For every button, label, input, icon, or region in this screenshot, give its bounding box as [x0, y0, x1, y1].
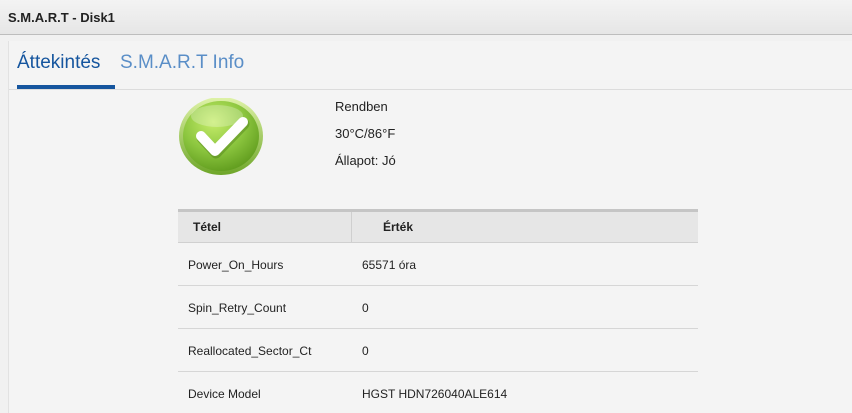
table-row[interactable]: Power_On_Hours 65571 óra	[178, 243, 698, 286]
status-text: Rendben	[335, 99, 388, 114]
table-row[interactable]: Device Model HGST HDN726040ALE614	[178, 372, 698, 413]
tab-smart-info[interactable]: S.M.A.R.T Info	[120, 52, 244, 74]
row-value: HGST HDN726040ALE614	[362, 387, 508, 401]
row-item: Reallocated_Sector_Ct	[188, 344, 312, 358]
table-row[interactable]: Spin_Retry_Count 0	[178, 286, 698, 329]
check-icon	[179, 97, 263, 176]
active-tab-indicator	[17, 85, 115, 89]
row-item: Spin_Retry_Count	[188, 301, 287, 315]
window-title: S.M.A.R.T - Disk1	[8, 10, 115, 25]
temperature-text: 30°C/86°F	[335, 126, 396, 141]
row-value: 0	[362, 344, 369, 358]
title-bar: S.M.A.R.T - Disk1	[0, 0, 852, 35]
row-value: 0	[362, 301, 369, 315]
column-separator	[351, 212, 352, 242]
row-item: Power_On_Hours	[188, 258, 284, 272]
column-header-value[interactable]: Érték	[383, 220, 413, 234]
row-value: 65571 óra	[362, 258, 417, 272]
tab-bar: Áttekintés S.M.A.R.T Info	[9, 41, 852, 90]
smart-window: S.M.A.R.T - Disk1 Áttekintés S.M.A.R.T I…	[0, 0, 852, 413]
table-row[interactable]: Reallocated_Sector_Ct 0	[178, 329, 698, 372]
health-text: Állapot: Jó	[335, 153, 396, 168]
column-header-item[interactable]: Tétel	[193, 220, 221, 234]
tab-overview[interactable]: Áttekintés	[17, 52, 100, 74]
smart-table: Tétel Érték Power_On_Hours 65571 óra Spi…	[178, 209, 698, 413]
table-header: Tétel Érték	[178, 209, 698, 243]
row-item: Device Model	[188, 387, 261, 401]
content-panel: Áttekintés S.M.A.R.T Info Rendben 30°C/8…	[8, 41, 852, 413]
